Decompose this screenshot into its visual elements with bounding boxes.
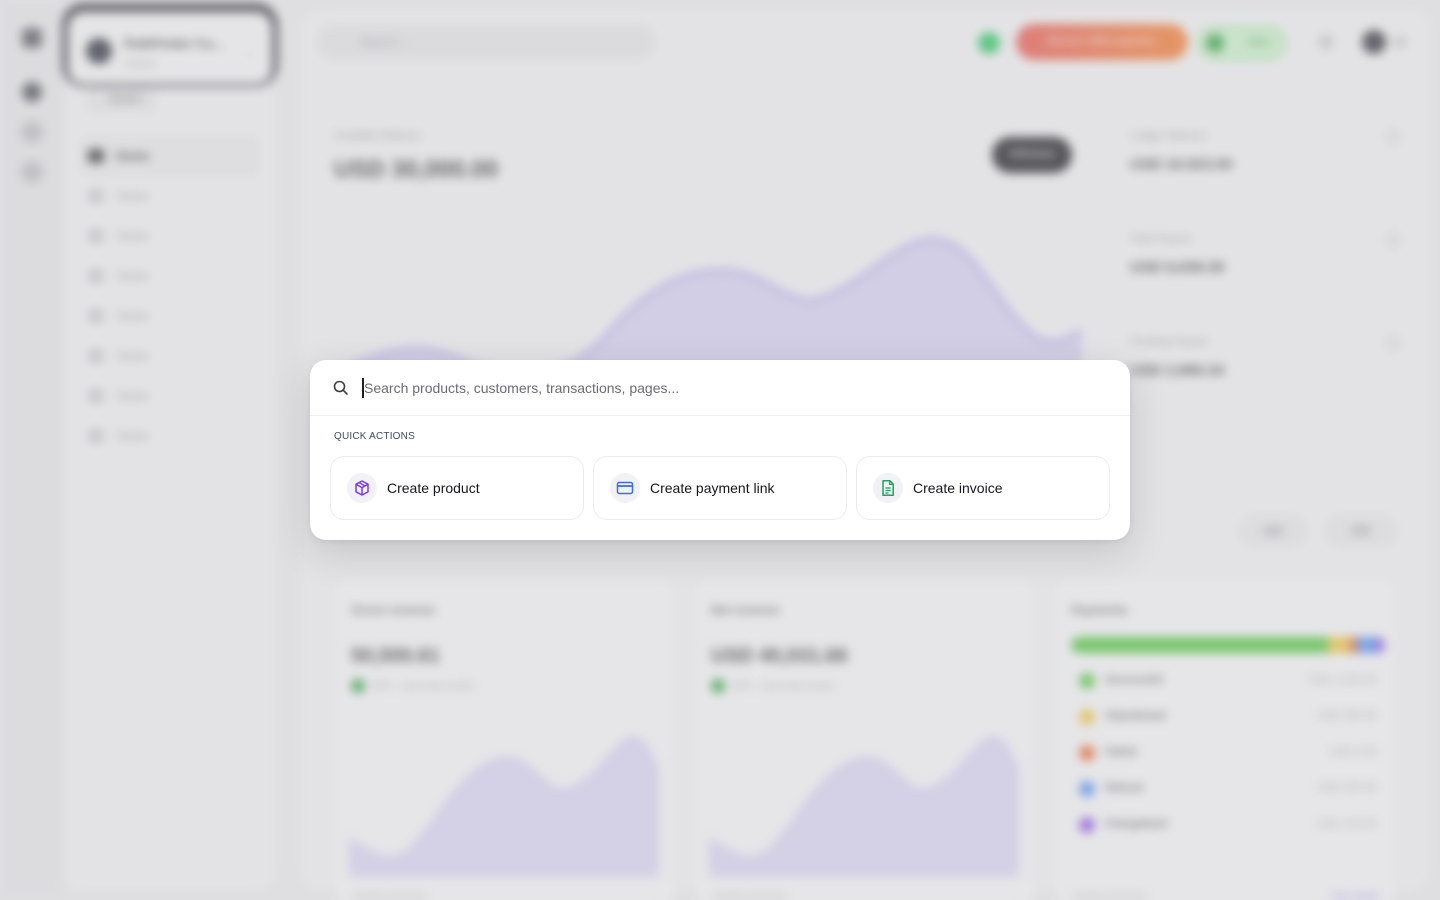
cube-icon	[347, 473, 377, 503]
action-label: Create payment link	[650, 480, 775, 496]
create-product-button[interactable]: Create product	[330, 456, 584, 520]
command-palette: QUICK ACTIONS Create product Create paym…	[310, 360, 1130, 540]
create-payment-link-button[interactable]: Create payment link	[593, 456, 847, 520]
quick-actions-heading: QUICK ACTIONS	[334, 431, 415, 442]
quick-actions-list: Create product Create payment link Creat…	[330, 456, 1110, 520]
text-caret	[362, 378, 364, 398]
action-label: Create product	[387, 480, 480, 496]
create-invoice-button[interactable]: Create invoice	[856, 456, 1110, 520]
document-icon	[873, 473, 903, 503]
palette-search-bar	[310, 360, 1130, 416]
action-label: Create invoice	[913, 480, 1003, 496]
palette-search-input[interactable]	[360, 374, 1100, 402]
credit-card-icon	[610, 473, 640, 503]
search-icon	[333, 380, 348, 395]
